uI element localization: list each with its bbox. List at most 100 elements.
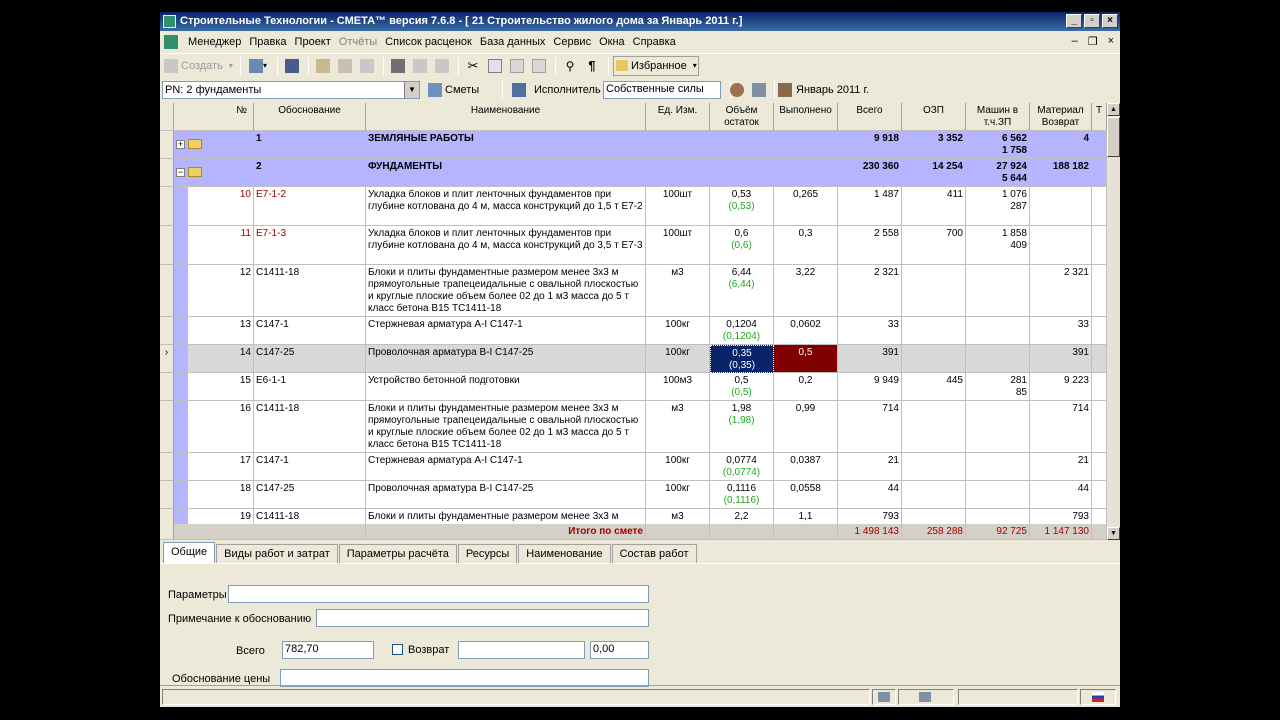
row-volume[interactable]: 0,0774 (0,0774) — [710, 453, 774, 481]
column-header-done[interactable]: Выполнено — [774, 103, 838, 131]
row-basis[interactable]: С147-25 — [254, 345, 366, 373]
status-panel-lang[interactable] — [1080, 689, 1116, 705]
tab-general[interactable]: Общие — [163, 542, 216, 563]
row-volume[interactable]: 0,5 (0,5) — [710, 373, 774, 401]
row-basis[interactable]: С1411-18 — [254, 401, 366, 453]
paste-special-button[interactable] — [529, 56, 549, 76]
section-name[interactable]: ЗЕМЛЯНЫЕ РАБОТЫ — [366, 131, 646, 159]
menu-rates-list[interactable]: Список расценок — [381, 32, 476, 52]
calc-button[interactable] — [313, 56, 333, 76]
section-tree-cell[interactable]: + — [174, 131, 254, 159]
menu-service[interactable]: Сервис — [549, 32, 595, 52]
row-volume[interactable]: 6,44 (6,44) — [710, 265, 774, 317]
save-button[interactable] — [282, 56, 302, 76]
return-checkbox[interactable] — [392, 644, 403, 655]
note-field[interactable] — [316, 609, 649, 627]
column-header-ozp[interactable]: ОЗП — [902, 103, 966, 131]
column-header-t[interactable]: Т — [1092, 103, 1107, 131]
column-header-machines[interactable]: Машин в т.ч.ЗП — [966, 103, 1030, 131]
worker-icon[interactable] — [730, 83, 744, 97]
create-button[interactable]: Создать ▾ — [164, 56, 234, 76]
tab-resources[interactable]: Ресурсы — [457, 544, 518, 563]
row-done[interactable]: 0,99 — [774, 401, 838, 453]
row-done[interactable]: 3,22 — [774, 265, 838, 317]
cut-button[interactable]: ✂ — [463, 56, 483, 76]
scroll-up-icon[interactable]: ▲ — [1107, 103, 1120, 116]
row-gutter[interactable] — [160, 317, 174, 345]
menu-manager[interactable]: Менеджер — [184, 32, 245, 52]
settings-icon[interactable] — [752, 83, 766, 97]
menu-project[interactable]: Проект — [291, 32, 335, 52]
row-volume[interactable]: 0,1116 (0,1116) — [710, 481, 774, 509]
row-name[interactable]: Укладка блоков и плит ленточных фундамен… — [366, 226, 646, 265]
menu-edit[interactable]: Правка — [245, 32, 290, 52]
find-button[interactable]: ⚲ — [560, 56, 580, 76]
minimize-button[interactable]: _ — [1066, 14, 1082, 28]
row-gutter[interactable] — [160, 265, 174, 317]
column-header-unit[interactable]: Ед. Изм. — [646, 103, 710, 131]
row-name[interactable]: Устройство бетонной подготовки — [366, 373, 646, 401]
row-basis[interactable]: С147-1 — [254, 453, 366, 481]
row-basis[interactable]: Е7-1-2 — [254, 187, 366, 226]
period-button[interactable]: Январь 2011 г. — [778, 80, 878, 100]
grid-vertical-scrollbar[interactable]: ▲ ▼ — [1107, 103, 1120, 540]
menu-help[interactable]: Справка — [629, 32, 680, 52]
row-volume[interactable]: 0,1204 (0,1204) — [710, 317, 774, 345]
table-button[interactable] — [335, 56, 355, 76]
column-header-name[interactable]: Наименование — [366, 103, 646, 131]
scroll-thumb[interactable] — [1107, 117, 1120, 157]
row-done[interactable]: 0,5 — [774, 345, 838, 373]
preview-button[interactable] — [410, 56, 430, 76]
section-name[interactable]: ФУНДАМЕНТЫ — [366, 159, 646, 187]
section-combo[interactable]: РN: 2 фундаменты ▼ — [162, 81, 420, 99]
executor-field[interactable]: Собственные силы — [603, 81, 721, 99]
chevron-down-icon[interactable]: ▼ — [404, 82, 419, 98]
paragraph-button[interactable]: ¶ — [582, 56, 602, 76]
status-panel-doc[interactable] — [898, 689, 954, 705]
mdi-restore-button[interactable]: ❐ — [1088, 35, 1098, 48]
return-field[interactable] — [458, 641, 585, 659]
row-done[interactable]: 0,0602 — [774, 317, 838, 345]
scroll-down-icon[interactable]: ▼ — [1107, 527, 1120, 540]
menu-reports[interactable]: Отчёты — [335, 32, 381, 52]
row-name[interactable]: Блоки и плиты фундаментные размером мене… — [366, 265, 646, 317]
row-gutter[interactable] — [160, 481, 174, 509]
params-field[interactable] — [228, 585, 649, 603]
column-header-total[interactable]: Всего — [838, 103, 902, 131]
row-volume[interactable]: 1,98 (1,98) — [710, 401, 774, 453]
row-gutter[interactable] — [160, 226, 174, 265]
section-tree-cell[interactable]: − — [174, 159, 254, 187]
row-basis[interactable]: Е6-1-1 — [254, 373, 366, 401]
favorites-button[interactable]: Избранное ▾ — [613, 55, 699, 76]
total-field[interactable]: 782,70 — [282, 641, 374, 659]
expander-icon[interactable]: − — [176, 168, 185, 177]
row-gutter[interactable] — [160, 453, 174, 481]
row-done[interactable]: 0,2 — [774, 373, 838, 401]
close-button[interactable]: × — [1102, 14, 1118, 28]
row-gutter[interactable] — [160, 373, 174, 401]
print-button[interactable] — [388, 56, 408, 76]
row-done[interactable]: 0,3 — [774, 226, 838, 265]
export-button[interactable] — [432, 56, 452, 76]
row-done[interactable]: 0,0558 — [774, 481, 838, 509]
paste-button[interactable] — [507, 56, 527, 76]
row-basis[interactable]: С147-1 — [254, 317, 366, 345]
tab-work-composition[interactable]: Состав работ — [611, 544, 697, 563]
row-basis[interactable]: Е7-1-3 — [254, 226, 366, 265]
expander-icon[interactable]: + — [176, 140, 185, 149]
mdi-close-button[interactable]: × — [1108, 35, 1114, 48]
tab-name[interactable]: Наименование — [518, 544, 611, 563]
menu-database[interactable]: База данных — [476, 32, 550, 52]
row-basis[interactable]: С1411-18 — [254, 265, 366, 317]
maximize-button[interactable]: ▫ — [1084, 14, 1100, 28]
column-header-basis[interactable]: Обоснование — [254, 103, 366, 131]
row-name[interactable]: Укладка блоков и плит ленточных фундамен… — [366, 187, 646, 226]
row-name[interactable]: Стержневая арматура А-I С147-1 — [366, 317, 646, 345]
return-amount-field[interactable]: 0,00 — [590, 641, 649, 659]
column-header-volume[interactable]: Объём остаток — [710, 103, 774, 131]
row-done[interactable]: 0,265 — [774, 187, 838, 226]
estimates-button[interactable]: Сметы — [428, 80, 484, 100]
row-name[interactable]: Проволочная арматура В-I С147-25 — [366, 481, 646, 509]
row-gutter[interactable] — [160, 401, 174, 453]
row-volume[interactable]: 0,53 (0,53) — [710, 187, 774, 226]
